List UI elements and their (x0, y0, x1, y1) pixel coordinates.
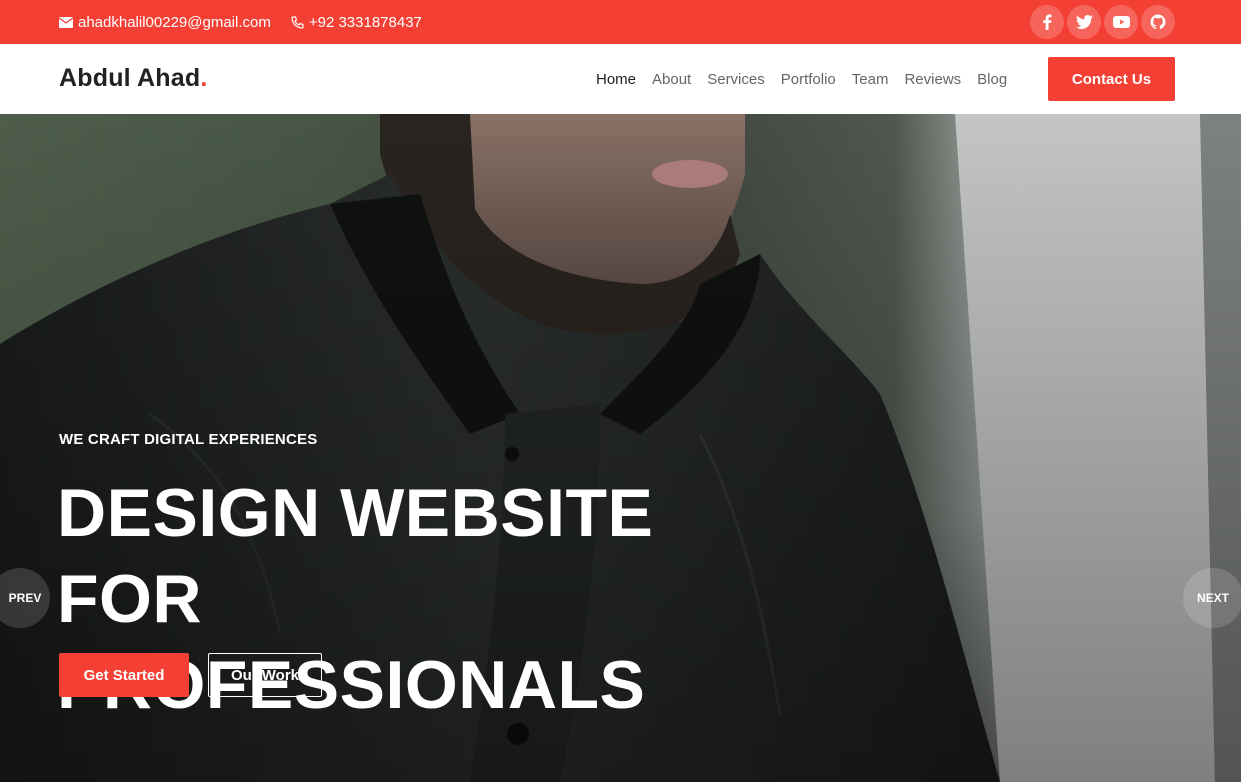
nav-item-reviews[interactable]: Reviews (904, 71, 961, 88)
hero-slider: PREV NEXT WE CRAFT DIGITAL EXPERIENCES D… (0, 114, 1241, 782)
youtube-link[interactable] (1104, 5, 1138, 39)
nav-item-about[interactable]: About (652, 71, 691, 88)
nav-item-team[interactable]: Team (852, 71, 889, 88)
nav-item-blog[interactable]: Blog (977, 71, 1007, 88)
logo-dot: . (200, 64, 208, 92)
main-nav: Home About Services Portfolio Team Revie… (588, 44, 1015, 114)
top-bar: ahadkhalil00229@gmail.com +92 3331878437 (0, 0, 1241, 44)
social-links (1027, 5, 1175, 39)
contact-info: ahadkhalil00229@gmail.com +92 3331878437 (59, 0, 442, 44)
phone-link[interactable]: +92 3331878437 (291, 14, 422, 31)
get-started-button[interactable]: Get Started (59, 653, 189, 697)
our-work-button[interactable]: Our Work (208, 653, 322, 697)
envelope-icon (59, 16, 73, 28)
site-logo[interactable]: Abdul Ahad. (59, 64, 208, 93)
email-link[interactable]: ahadkhalil00229@gmail.com (59, 14, 271, 31)
phone-text: +92 3331878437 (308, 13, 422, 31)
github-link[interactable] (1141, 5, 1175, 39)
twitter-icon (1075, 15, 1093, 29)
next-slide-button[interactable]: NEXT (1183, 568, 1241, 628)
hero-subtitle: WE CRAFT DIGITAL EXPERIENCES (59, 431, 318, 448)
github-icon (1150, 14, 1166, 30)
twitter-link[interactable] (1067, 5, 1101, 39)
nav-item-home[interactable]: Home (596, 71, 636, 88)
facebook-link[interactable] (1030, 5, 1064, 39)
hero-title-line-1: DESIGN WEBSITE FOR (57, 475, 654, 637)
nav-item-portfolio[interactable]: Portfolio (781, 71, 836, 88)
facebook-icon (1043, 14, 1052, 30)
nav-item-services[interactable]: Services (707, 71, 765, 88)
site-header: Abdul Ahad. Home About Services Portfoli… (0, 44, 1241, 114)
logo-text: Abdul Ahad (59, 64, 201, 92)
email-text: ahadkhalil00229@gmail.com (78, 13, 271, 31)
contact-us-button[interactable]: Contact Us (1048, 57, 1175, 101)
youtube-icon (1112, 16, 1130, 28)
phone-icon (291, 15, 304, 29)
